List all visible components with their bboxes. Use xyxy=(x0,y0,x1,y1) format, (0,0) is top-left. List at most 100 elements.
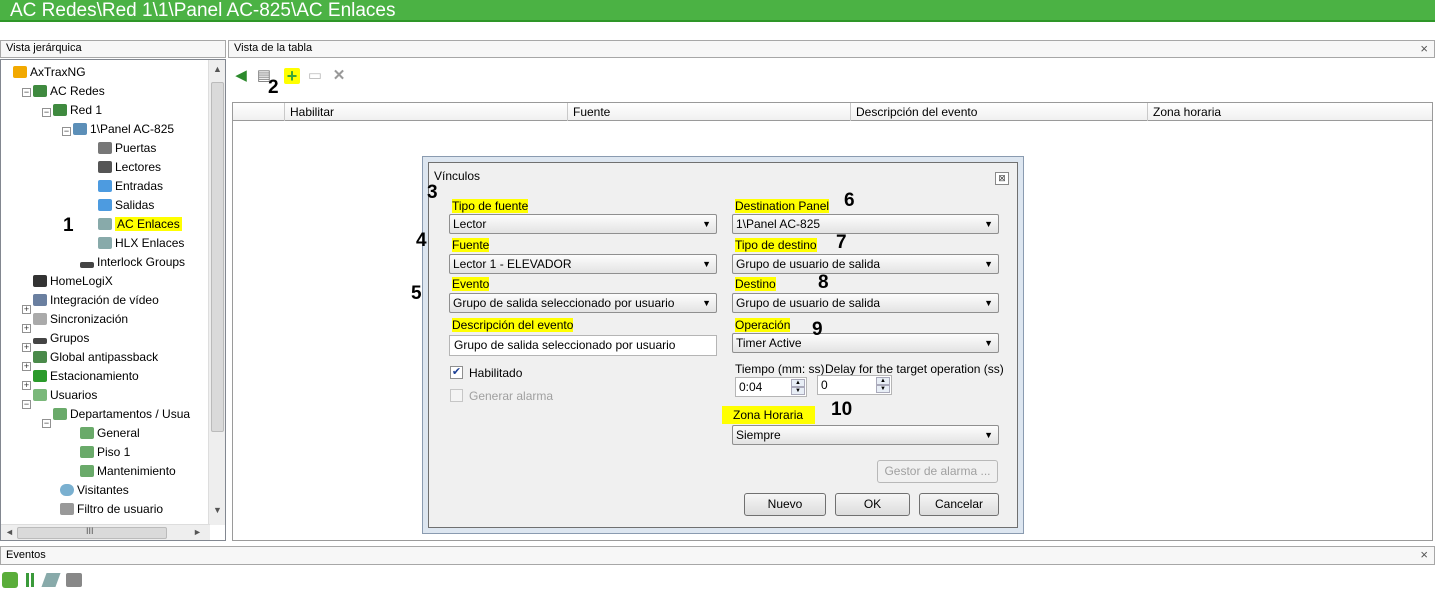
pause-icon[interactable] xyxy=(26,573,29,587)
enabled-checkbox[interactable]: ✔ xyxy=(450,366,463,379)
tree-item-ac-enlaces[interactable]: AC Enlaces xyxy=(98,215,182,234)
time-label: Tiempo (mm: ss) xyxy=(735,362,825,376)
column-header-habilitar[interactable]: Habilitar xyxy=(290,105,334,119)
spin-down-icon[interactable]: ▼ xyxy=(791,387,805,395)
spin-up-icon[interactable]: ▲ xyxy=(791,379,805,387)
tree-item-axtrax[interactable]: AxTraxNG xyxy=(13,63,86,82)
clear-icon[interactable] xyxy=(41,573,61,587)
tree-item-salidas[interactable]: Salidas xyxy=(98,196,154,215)
tree-item-visitantes[interactable]: Visitantes xyxy=(60,481,129,500)
tree-item-mantenimiento[interactable]: Mantenimiento xyxy=(80,462,176,481)
input-icon xyxy=(98,180,112,192)
tree-item-entradas[interactable]: Entradas xyxy=(98,177,163,196)
collapse-ac-redes[interactable]: − xyxy=(22,88,31,97)
tree-item-departments[interactable]: Departamentos / Usua xyxy=(53,405,190,424)
department-icon xyxy=(80,427,94,439)
scroll-up-arrow-icon[interactable]: ▲ xyxy=(213,64,222,74)
spin-up-icon[interactable]: ▲ xyxy=(876,377,890,385)
scroll-right-arrow-icon[interactable]: ► xyxy=(193,527,202,537)
spin-down-icon[interactable]: ▼ xyxy=(876,385,890,393)
edit-icon[interactable]: ▭ xyxy=(307,68,323,84)
event-description-input[interactable]: Grupo de salida seleccionado por usuario xyxy=(449,335,717,356)
collapse-panel[interactable]: − xyxy=(62,127,71,136)
tree-item-interlock[interactable]: Interlock Groups xyxy=(80,253,185,272)
destination-type-select[interactable]: Grupo de usuario de salida ▼ xyxy=(732,254,999,274)
visitor-icon xyxy=(60,484,74,496)
tree-item-lectores[interactable]: Lectores xyxy=(98,158,161,177)
tree-item-piso-1[interactable]: Piso 1 xyxy=(80,443,130,462)
table-toolbar: ◀ ▤ + ▭ ✕ xyxy=(228,59,1435,97)
hierarchy-tree[interactable]: − − − + + + + + − − AxTraxNG AC Redes Re… xyxy=(0,59,226,541)
tree-item-hlx-enlaces[interactable]: HLX Enlaces xyxy=(98,234,184,253)
timezone-select[interactable]: Siempre ▼ xyxy=(732,425,999,445)
expand-antipassback[interactable]: + xyxy=(22,362,31,371)
events-filter-icon[interactable] xyxy=(2,572,18,588)
close-table-view-icon[interactable]: × xyxy=(1420,41,1428,56)
link-icon xyxy=(98,218,112,230)
tree-item-users[interactable]: Usuarios xyxy=(33,386,97,405)
expand-parking[interactable]: + xyxy=(22,381,31,390)
scroll-left-arrow-icon[interactable]: ◄ xyxy=(5,527,14,537)
events-header: Eventos × xyxy=(0,546,1435,565)
time-spinner[interactable]: 0:04 ▲ ▼ xyxy=(735,377,807,397)
destination-panel-select[interactable]: 1\Panel AC-825 ▼ xyxy=(732,214,999,234)
generate-alarm-checkbox[interactable] xyxy=(450,389,463,402)
print-icon[interactable] xyxy=(66,573,82,587)
expand-sync[interactable]: + xyxy=(22,324,31,333)
column-header-descripcion[interactable]: Descripción del evento xyxy=(856,105,977,119)
scroll-down-arrow-icon[interactable]: ▼ xyxy=(213,505,222,515)
new-button[interactable]: Nuevo xyxy=(744,493,826,516)
source-type-select[interactable]: Lector ▼ xyxy=(449,214,717,234)
event-description-label: Descripción del evento xyxy=(452,318,574,332)
tree-item-antipassback[interactable]: Global antipassback xyxy=(33,348,158,367)
dialog-close-icon[interactable]: ⊠ xyxy=(995,172,1009,185)
export-icon[interactable]: ◀ xyxy=(233,68,249,84)
tree-hscroll-thumb[interactable]: III xyxy=(17,526,167,539)
delay-spinner[interactable]: 0 ▲ ▼ xyxy=(817,375,892,395)
tree-item-parking[interactable]: Estacionamiento xyxy=(33,367,139,386)
groups-icon xyxy=(33,338,47,344)
tree-vscroll-thumb[interactable] xyxy=(211,82,224,432)
source-select[interactable]: Lector 1 - ELEVADOR ▼ xyxy=(449,254,717,274)
tree-item-homelogix[interactable]: HomeLogiX xyxy=(33,272,113,291)
tree-item-puertas[interactable]: Puertas xyxy=(98,139,156,158)
expand-groups[interactable]: + xyxy=(22,343,31,352)
filter-icon xyxy=(60,503,74,515)
app-icon xyxy=(13,66,27,78)
operation-value: Timer Active xyxy=(736,336,802,350)
expand-video[interactable]: + xyxy=(22,305,31,314)
close-events-icon[interactable]: × xyxy=(1420,547,1428,562)
department-icon xyxy=(80,446,94,458)
column-header-fuente[interactable]: Fuente xyxy=(573,105,610,119)
annotation-1: 1 xyxy=(63,215,74,236)
add-icon[interactable]: + xyxy=(284,67,300,85)
tree-item-sync[interactable]: Sincronización xyxy=(33,310,128,329)
tree-vertical-scrollbar[interactable]: ▲ ▼ xyxy=(208,60,225,525)
operation-select[interactable]: Timer Active ▼ xyxy=(732,333,999,353)
chevron-down-icon: ▼ xyxy=(984,219,993,229)
network-icon xyxy=(33,85,47,97)
tree-item-video[interactable]: Integración de vídeo xyxy=(33,291,159,310)
window-title: AC Redes\Red 1\1\Panel AC-825\AC Enlaces xyxy=(10,0,396,21)
delete-icon[interactable]: ✕ xyxy=(331,68,347,84)
tree-item-grupos[interactable]: Grupos xyxy=(33,329,89,348)
chevron-down-icon: ▼ xyxy=(702,259,711,269)
chevron-down-icon: ▼ xyxy=(702,298,711,308)
tree-item-panel[interactable]: 1\Panel AC-825 xyxy=(73,120,174,139)
cancel-button[interactable]: Cancelar xyxy=(919,493,999,516)
tree-item-ac-redes[interactable]: AC Redes xyxy=(33,82,105,101)
tree-item-red-1[interactable]: Red 1 xyxy=(53,101,102,120)
column-header-zona-horaria[interactable]: Zona horaria xyxy=(1153,105,1221,119)
timezone-value: Siempre xyxy=(736,428,781,442)
tree-item-filtro[interactable]: Filtro de usuario xyxy=(60,500,163,519)
collapse-red-1[interactable]: − xyxy=(42,108,51,117)
alarm-manager-button[interactable]: Gestor de alarma ... xyxy=(877,460,998,483)
tree-horizontal-scrollbar[interactable]: ◄ III ► xyxy=(1,524,210,540)
collapse-users[interactable]: − xyxy=(22,400,31,409)
event-select[interactable]: Grupo de salida seleccionado por usuario… xyxy=(449,293,717,313)
destination-panel-label: Destination Panel xyxy=(735,199,830,213)
tree-item-general[interactable]: General xyxy=(80,424,140,443)
ok-button[interactable]: OK xyxy=(835,493,910,516)
collapse-departments[interactable]: − xyxy=(42,419,51,428)
destination-select[interactable]: Grupo de usuario de salida ▼ xyxy=(732,293,999,313)
